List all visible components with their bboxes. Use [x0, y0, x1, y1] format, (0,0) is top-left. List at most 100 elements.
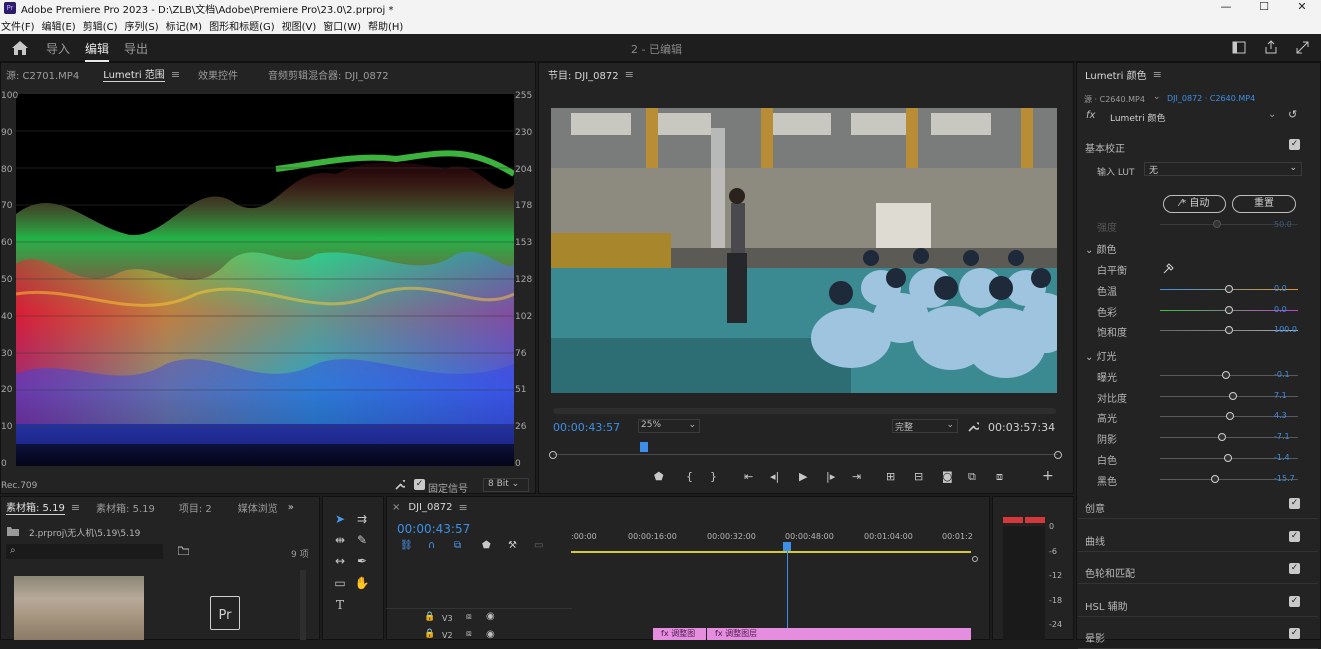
- captions-icon[interactable]: ▭: [534, 540, 543, 551]
- slider-value[interactable]: -1.4: [1274, 453, 1290, 462]
- quality-select[interactable]: 完整 ⌄: [892, 419, 958, 433]
- panel-menu-icon[interactable]: ≡: [458, 501, 467, 514]
- in-handle[interactable]: [549, 451, 557, 459]
- fx-badge[interactable]: fx: [1086, 110, 1095, 121]
- panel-menu-icon[interactable]: ≡: [71, 501, 80, 514]
- chevron-down-icon[interactable]: ⌄: [1268, 109, 1276, 120]
- more-tabs-icon[interactable]: »: [288, 502, 294, 513]
- new-bin-icon[interactable]: [178, 546, 189, 555]
- lumetri-section-checkbox[interactable]: ✓: [1289, 530, 1300, 542]
- panel-menu-icon[interactable]: ≡: [171, 68, 180, 81]
- hand-tool-icon[interactable]: ✋: [354, 575, 370, 591]
- slip-tool-icon[interactable]: ↔: [332, 553, 348, 569]
- tab-lumetri-scopes[interactable]: Lumetri 范围: [103, 66, 165, 82]
- tab-audio-clip-mixer[interactable]: 音频剪辑混合器: DJI_0872: [268, 67, 389, 82]
- auto-button[interactable]: ⁄* 自动: [1163, 195, 1226, 213]
- tab-bin-2[interactable]: 素材箱: 5.19: [96, 500, 155, 515]
- project-search-input[interactable]: [22, 545, 160, 557]
- maximize-button[interactable]: ☐: [1245, 0, 1283, 16]
- play-icon[interactable]: ▶: [799, 470, 807, 483]
- tab-edit[interactable]: 编辑: [85, 40, 110, 62]
- lumetri-section-label[interactable]: 曲线: [1085, 533, 1105, 548]
- lumetri-section-checkbox[interactable]: ✓: [1289, 498, 1300, 509]
- timeline-playhead[interactable]: [787, 548, 788, 640]
- slider-value[interactable]: 7.1: [1274, 391, 1287, 400]
- share-icon[interactable]: [1264, 40, 1278, 54]
- slider-knob[interactable]: [1225, 285, 1233, 293]
- text-tool-icon[interactable]: T: [332, 597, 348, 613]
- lumetri-section-label[interactable]: HSL 辅助: [1085, 598, 1128, 613]
- bit-depth-select[interactable]: 8 Bit ⌄: [483, 478, 529, 492]
- sync-lock-icon[interactable]: ⧈: [466, 629, 472, 639]
- eyedropper-icon[interactable]: [1162, 262, 1174, 274]
- panel-menu-icon[interactable]: ≡: [625, 68, 634, 81]
- clamp-signal-checkbox[interactable]: ✓: [414, 479, 425, 490]
- go-to-out-icon[interactable]: ⇥: [852, 470, 861, 483]
- lumetri-section-label[interactable]: 晕影: [1085, 630, 1105, 645]
- wrench-icon[interactable]: [967, 420, 979, 432]
- premiere-project-icon[interactable]: Pr: [210, 596, 240, 630]
- lumetri-section-checkbox[interactable]: ✓: [1289, 563, 1300, 574]
- lumetri-effect-select[interactable]: Lumetri 颜色: [1110, 111, 1165, 124]
- slider-value[interactable]: 4.3: [1274, 411, 1287, 420]
- step-forward-icon[interactable]: |▸: [826, 470, 835, 483]
- add-button-icon[interactable]: +: [1042, 468, 1054, 484]
- tab-project[interactable]: 项目: 2: [179, 500, 212, 515]
- slider-value[interactable]: 100.0: [1274, 325, 1297, 334]
- undo-icon[interactable]: ↺: [1288, 108, 1297, 121]
- vr-icon[interactable]: ⧈: [996, 470, 1003, 484]
- tab-bin-1[interactable]: 素材箱: 5.19: [6, 499, 65, 515]
- slider-knob[interactable]: [1223, 453, 1232, 462]
- menu-graphics[interactable]: 图形和标题(G): [209, 18, 281, 33]
- close-button[interactable]: ✕: [1283, 0, 1321, 16]
- slider-knob[interactable]: [1211, 474, 1220, 483]
- timeline-zoom-handle[interactable]: [972, 556, 978, 562]
- tab-effect-controls[interactable]: 效果控件: [198, 67, 238, 82]
- add-marker-icon[interactable]: ⬟: [654, 470, 664, 483]
- program-time-ruler[interactable]: [549, 442, 1062, 462]
- menu-window[interactable]: 窗口(W): [323, 18, 367, 33]
- eye-icon[interactable]: ◉: [486, 611, 495, 622]
- color-section-label[interactable]: ⌄ 颜色: [1085, 241, 1117, 256]
- menu-markers[interactable]: 标记(M): [166, 18, 208, 33]
- clip-thumbnail[interactable]: [14, 576, 144, 640]
- timeline-timecode[interactable]: 00:00:43:57: [397, 522, 470, 536]
- lumetri-section-checkbox[interactable]: ✓: [1289, 595, 1300, 607]
- menu-file[interactable]: 文件(F): [1, 18, 41, 33]
- tab-source[interactable]: 源: C2701.MP4: [6, 67, 79, 82]
- slider-value[interactable]: -15.7: [1274, 474, 1295, 483]
- slider-value[interactable]: 0.0: [1274, 305, 1287, 314]
- eye-icon[interactable]: ◉: [486, 629, 495, 640]
- slider-value[interactable]: -0.1: [1274, 370, 1290, 379]
- home-icon[interactable]: [11, 40, 29, 56]
- lift-icon[interactable]: ⊞: [886, 470, 895, 483]
- chevron-down-icon[interactable]: ⌄: [1153, 92, 1161, 102]
- basic-correction-label[interactable]: 基本校正: [1085, 140, 1125, 155]
- program-scroll-bar[interactable]: [553, 408, 1056, 414]
- minimize-button[interactable]: —: [1207, 0, 1245, 16]
- razor-tool-icon[interactable]: ✎: [354, 532, 370, 548]
- tab-import[interactable]: 导入: [46, 40, 70, 57]
- pen-tool-icon[interactable]: ✒: [354, 553, 370, 569]
- slider-value[interactable]: 0.0: [1274, 284, 1287, 293]
- lumetri-section-label[interactable]: 创意: [1085, 500, 1105, 515]
- slider-value[interactable]: -7.1: [1274, 432, 1290, 441]
- work-area-bar[interactable]: [571, 551, 971, 553]
- extract-icon[interactable]: ⊟: [914, 470, 923, 483]
- slider-knob[interactable]: [1229, 391, 1238, 400]
- wrench-icon[interactable]: [394, 479, 405, 490]
- input-lut-select[interactable]: 无 ⌄: [1144, 162, 1302, 176]
- rectangle-tool-icon[interactable]: ▭: [332, 575, 348, 591]
- clip-adjustment-2[interactable]: fx 调整图层: [707, 628, 971, 640]
- menu-view[interactable]: 视图(V): [282, 18, 323, 33]
- lumetri-section-checkbox[interactable]: ✓: [1289, 628, 1300, 639]
- panel-menu-icon[interactable]: ≡: [1153, 68, 1162, 81]
- program-timecode[interactable]: 00:00:43:57: [553, 421, 620, 434]
- mark-out-icon[interactable]: }: [710, 470, 717, 483]
- linked-selection-icon[interactable]: ⧉: [454, 540, 461, 551]
- tab-media-browser[interactable]: 媒体浏览: [238, 500, 278, 515]
- menu-clip[interactable]: 剪辑(C): [83, 18, 124, 33]
- tab-export[interactable]: 导出: [124, 40, 148, 57]
- program-playhead[interactable]: [639, 442, 648, 452]
- reset-button[interactable]: 重置: [1232, 195, 1296, 213]
